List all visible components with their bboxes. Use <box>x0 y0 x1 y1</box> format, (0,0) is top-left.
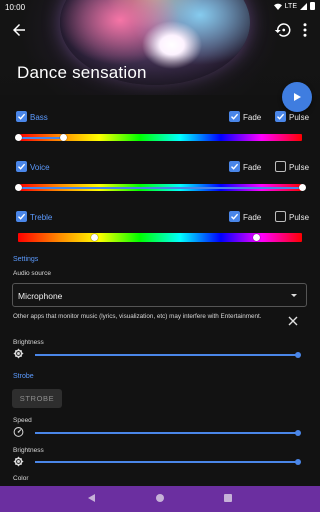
interference-notice: Other apps that monitor music (lyrics, v… <box>13 313 262 320</box>
dropdown-arrow-icon <box>291 294 297 297</box>
status-time: 10:00 <box>5 3 26 12</box>
status-bar: 10:00 LTE <box>0 0 320 14</box>
slider-track <box>35 432 298 434</box>
reset-icon[interactable] <box>274 21 292 39</box>
fade-label: Fade <box>243 112 262 122</box>
pulse-checkbox[interactable] <box>275 111 286 122</box>
band-label: Bass <box>30 112 48 122</box>
signal-icon <box>300 2 307 10</box>
more-vert-icon[interactable] <box>296 21 314 39</box>
nav-recents-icon[interactable] <box>224 494 232 502</box>
audio-source-select[interactable]: Microphone <box>12 283 307 307</box>
fade-checkbox[interactable] <box>229 211 240 222</box>
selected-range <box>18 186 302 189</box>
slider-thumb[interactable] <box>295 458 301 465</box>
band-label: Treble <box>30 212 53 222</box>
nav-home-icon[interactable] <box>156 494 164 502</box>
strobe-button[interactable]: STROBE <box>12 389 62 408</box>
pulse-checkbox[interactable] <box>275 161 286 172</box>
pulse-label: Pulse <box>289 112 310 122</box>
settings-section-title: Settings <box>13 256 39 263</box>
range-start-handle[interactable] <box>14 134 22 141</box>
audio-source-label: Audio source <box>13 270 51 277</box>
color-label: Color <box>13 475 29 482</box>
fade-label: Fade <box>243 162 262 172</box>
audio-source-value: Microphone <box>18 291 63 301</box>
page-title: Dance sensation <box>17 63 147 82</box>
band-checkbox[interactable] <box>16 211 27 222</box>
status-icons: LTE <box>273 2 315 10</box>
slider-thumb[interactable] <box>295 429 301 436</box>
pulse-label: Pulse <box>289 162 310 172</box>
slider-thumb[interactable] <box>295 351 301 358</box>
play-button[interactable] <box>282 82 312 112</box>
battery-icon <box>310 2 315 10</box>
strobe-brightness-label: Brightness <box>13 447 44 454</box>
range-end-handle[interactable] <box>298 184 306 191</box>
speed-label: Speed <box>13 417 32 424</box>
pulse-label: Pulse <box>289 212 310 222</box>
range-end-handle[interactable] <box>253 234 261 241</box>
play-icon <box>294 93 301 101</box>
band-checkbox[interactable] <box>16 161 27 172</box>
range-start-handle[interactable] <box>14 184 22 191</box>
slider-track <box>35 354 298 356</box>
brightness-icon <box>13 348 24 359</box>
brightness-icon <box>13 456 24 467</box>
brightness-label: Brightness <box>13 339 44 346</box>
nav-back-icon[interactable] <box>88 494 95 502</box>
band-checkbox[interactable] <box>16 111 27 122</box>
fade-label: Fade <box>243 212 262 222</box>
arrow-back-icon[interactable] <box>10 21 28 39</box>
network-type: LTE <box>284 2 297 10</box>
fade-checkbox[interactable] <box>229 111 240 122</box>
selected-range <box>18 136 64 139</box>
close-icon[interactable] <box>287 315 299 327</box>
wifi-icon <box>273 3 282 10</box>
pulse-checkbox[interactable] <box>275 211 286 222</box>
fade-checkbox[interactable] <box>229 161 240 172</box>
strobe-section-title: Strobe <box>13 373 34 380</box>
band-label: Voice <box>30 162 50 172</box>
speed-icon <box>13 427 24 437</box>
slider-track <box>35 461 298 463</box>
range-end-handle[interactable] <box>59 134 67 141</box>
